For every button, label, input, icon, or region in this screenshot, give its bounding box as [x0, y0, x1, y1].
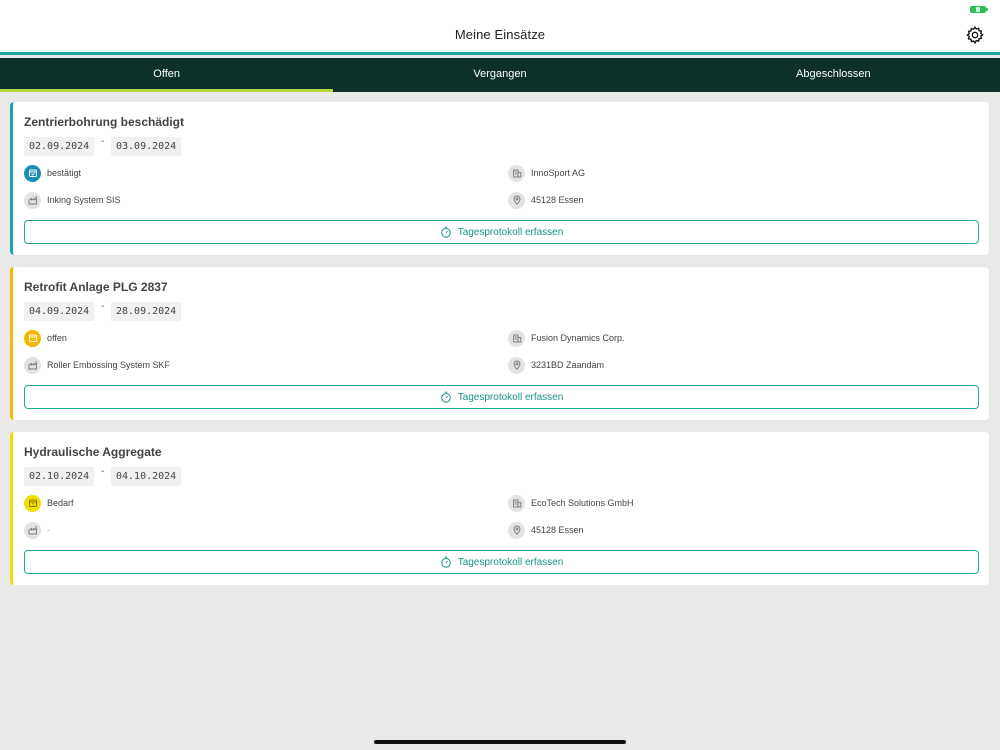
status-row: bestätigt — [24, 164, 81, 182]
location-text: 3231BD Zaandam — [531, 360, 605, 370]
assignment-list: Zentrierbohrung beschädigt 02.09.2024 - … — [10, 102, 989, 597]
status-text: Bedarf — [47, 498, 74, 508]
location-text: 45128 Essen — [531, 195, 584, 205]
customer-name: Fusion Dynamics Corp. — [531, 333, 625, 343]
location-row: 45128 Essen — [508, 191, 584, 209]
card-title: Hydraulische Aggregate — [24, 445, 162, 459]
building-icon — [508, 329, 525, 347]
assignment-card[interactable]: Hydraulische Aggregate 02.10.2024 - 04.1… — [10, 432, 989, 585]
customer-row: InnoSport AG — [508, 164, 585, 182]
assignment-card[interactable]: Zentrierbohrung beschädigt 02.09.2024 - … — [10, 102, 989, 255]
machine-name: Roller Embossing System SKF — [47, 360, 171, 370]
home-indicator[interactable] — [374, 740, 626, 744]
date-to: 04.10.2024 — [111, 467, 182, 486]
building-icon — [508, 494, 525, 512]
machine-name: Inking System SIS — [47, 195, 121, 205]
machine-row: - — [24, 521, 50, 539]
customer-row: EcoTech Solutions GmbH — [508, 494, 634, 512]
building-icon — [508, 164, 525, 182]
location-pin-icon — [508, 191, 525, 209]
daily-log-button-label: Tagesprotokoll erfassen — [457, 226, 564, 238]
stopwatch-icon — [440, 391, 451, 403]
location-row: 45128 Essen — [508, 521, 584, 539]
factory-icon — [24, 356, 41, 374]
calendar-alert-icon — [24, 494, 41, 512]
calendar-check-icon — [24, 164, 41, 182]
page-title: Meine Einsätze — [454, 27, 546, 42]
date-separator: - — [101, 301, 105, 312]
location-pin-icon — [508, 521, 525, 539]
date-to: 03.09.2024 — [111, 137, 182, 156]
machine-name: - — [47, 525, 50, 535]
date-to: 28.09.2024 — [111, 302, 182, 321]
factory-icon — [24, 191, 41, 209]
card-title: Zentrierbohrung beschädigt — [24, 115, 185, 129]
status-text: bestätigt — [47, 168, 82, 178]
location-row: 3231BD Zaandam — [508, 356, 604, 374]
daily-log-button-label: Tagesprotokoll erfassen — [457, 391, 564, 403]
machine-row: Roller Embossing System SKF — [24, 356, 170, 374]
stopwatch-icon — [440, 556, 451, 568]
daily-log-button[interactable]: Tagesprotokoll erfassen — [24, 385, 979, 409]
status-row: Bedarf — [24, 494, 74, 512]
factory-icon — [24, 521, 41, 539]
card-title: Retrofit Anlage PLG 2837 — [24, 280, 168, 294]
machine-row: Inking System SIS — [24, 191, 121, 209]
tab-offen[interactable]: Offen — [0, 58, 334, 92]
date-separator: - — [101, 466, 105, 477]
tab-abgeschlossen[interactable]: Abgeschlossen — [667, 58, 1000, 92]
stopwatch-icon — [440, 226, 451, 238]
daily-log-button[interactable]: Tagesprotokoll erfassen — [24, 220, 979, 244]
date-from: 02.10.2024 — [24, 467, 95, 486]
customer-row: Fusion Dynamics Corp. — [508, 329, 625, 347]
daily-log-button-label: Tagesprotokoll erfassen — [457, 556, 564, 568]
calendar-icon — [24, 329, 41, 347]
customer-name: EcoTech Solutions GmbH — [531, 498, 634, 508]
tab-vergangen[interactable]: Vergangen — [333, 58, 666, 92]
status-text: offen — [47, 333, 67, 343]
date-separator: - — [101, 136, 105, 147]
date-from: 04.09.2024 — [24, 302, 95, 321]
status-row: offen — [24, 329, 67, 347]
daily-log-button[interactable]: Tagesprotokoll erfassen — [24, 550, 979, 574]
location-text: 45128 Essen — [531, 525, 584, 535]
date-from: 02.09.2024 — [24, 137, 95, 156]
battery-icon — [970, 6, 988, 13]
navigation-bar: Meine Einsätze — [0, 18, 1000, 55]
tab-bar: Offen Vergangen Abgeschlossen — [0, 58, 1000, 92]
assignment-card[interactable]: Retrofit Anlage PLG 2837 04.09.2024 - 28… — [10, 267, 989, 420]
settings-gear-icon[interactable] — [965, 25, 985, 45]
location-pin-icon — [508, 356, 525, 374]
customer-name: InnoSport AG — [531, 168, 586, 178]
status-bar — [0, 0, 1000, 18]
